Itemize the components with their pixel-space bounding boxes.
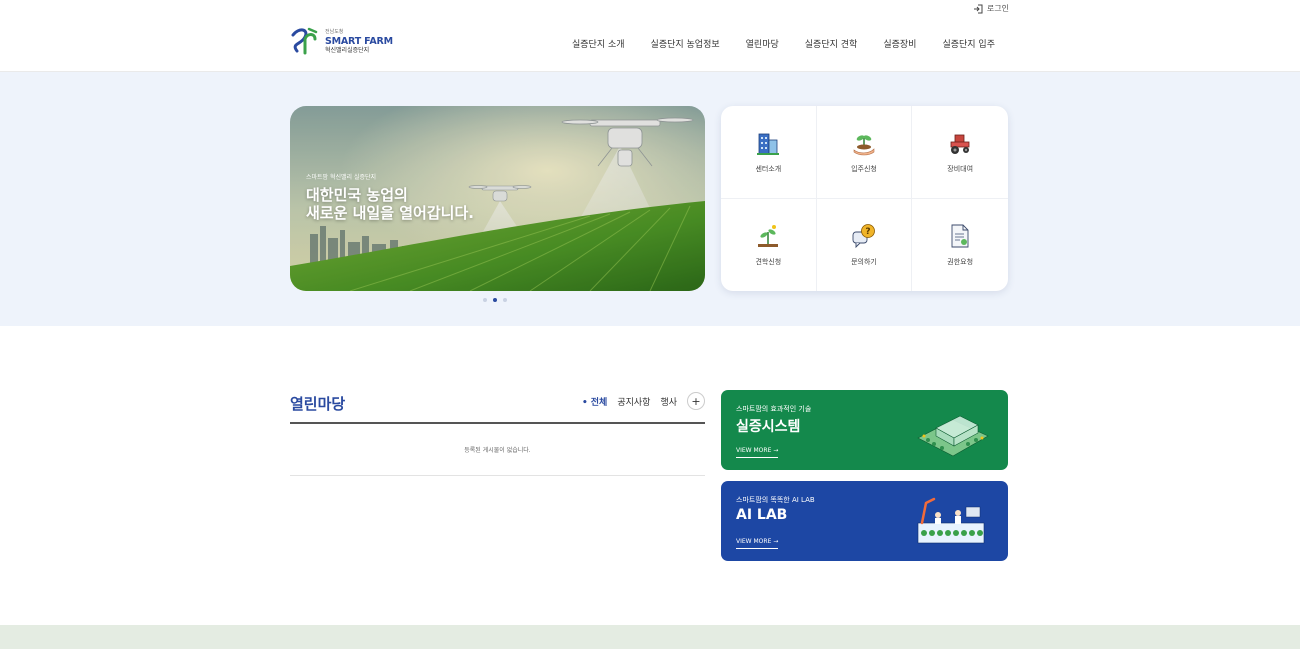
- tab-notice[interactable]: 공지사항: [617, 395, 650, 408]
- nav-item-equipment[interactable]: 실증장비: [883, 37, 916, 50]
- smart-farm-logo-icon: [291, 27, 318, 55]
- quick-menu-label: 견학신청: [755, 257, 782, 266]
- login-link[interactable]: 로그인: [973, 3, 1009, 14]
- logo-main-text: SMART FARM: [325, 36, 393, 48]
- board-title: 열린마당: [290, 395, 346, 413]
- svg-text:?: ?: [865, 227, 870, 237]
- banner-eyebrow: 스마트팜 혁신밸리 실증단지: [306, 174, 377, 181]
- login-label: 로그인: [986, 4, 1009, 13]
- banner-title: 대한민국 농업의 새로운 내일을 열어갑니다.: [306, 186, 474, 223]
- quick-menu-label: 센터소개: [755, 164, 782, 173]
- quick-menu-equipment-rental[interactable]: 장비대여: [912, 106, 1008, 199]
- question-bubble-icon: ?: [852, 223, 875, 248]
- quick-menu-label: 문의하기: [851, 257, 877, 266]
- tab-all[interactable]: 전체: [582, 395, 608, 408]
- quick-menu-center-intro[interactable]: 센터소개: [721, 106, 817, 199]
- quick-menu-tour-apply[interactable]: 견학신청: [721, 198, 817, 291]
- tab-event[interactable]: 행사: [660, 395, 677, 408]
- quick-menu: 센터소개 입주신청 장비대여 견학신청 ? 문의하기 권한요청: [721, 106, 1008, 291]
- banner-title-line2: 새로운 내일을 열어갑니다.: [306, 204, 474, 223]
- slide-dot-2[interactable]: [493, 298, 497, 302]
- promo-title: 실증시스템: [736, 419, 801, 435]
- promo-eyebrow: 스마트팜의 효과적인 기술: [736, 405, 812, 413]
- nav-item-tour[interactable]: 실증단지 견학: [805, 37, 858, 50]
- greenhouse-illustration-icon: [917, 415, 989, 457]
- quick-menu-apply-tenancy[interactable]: 입주신청: [816, 106, 913, 199]
- banner-title-line1: 대한민국 농업의: [306, 186, 408, 204]
- footer-band: [0, 625, 1300, 649]
- slide-dot-1[interactable]: [483, 298, 487, 302]
- quick-menu-permission-request[interactable]: 권한요청: [912, 199, 1008, 292]
- site-header: 전남도청 SMART FARM 혁신밸리실증단지 실증단지 소개 실증단지 농업…: [0, 18, 1300, 72]
- view-more-link[interactable]: VIEW MORE →: [736, 447, 779, 458]
- promo-card-demo-system[interactable]: 스마트팜의 효과적인 기술 실증시스템 VIEW MORE →: [721, 390, 1008, 470]
- nav-item-open-forum[interactable]: 열린마당: [746, 37, 779, 50]
- logo-small-text: 전남도청: [325, 29, 344, 36]
- board-tabs: 전체 공지사항 행사 +: [582, 392, 705, 410]
- utility-bar: 로그인: [0, 0, 1300, 18]
- open-forum-board: 열린마당 전체 공지사항 행사 + 등록된 게시물이 없습니다.: [290, 390, 705, 476]
- board-header: 열린마당 전체 공지사항 행사 +: [290, 390, 705, 424]
- slide-dot-3[interactable]: [503, 298, 507, 302]
- logo-sub-text: 혁신밸리실증단지: [325, 46, 370, 54]
- view-more-link[interactable]: VIEW MORE →: [736, 538, 779, 549]
- site-logo[interactable]: 전남도청 SMART FARM 혁신밸리실증단지: [289, 25, 393, 59]
- board-more-button[interactable]: +: [687, 392, 705, 410]
- promo-card-ai-lab[interactable]: 스마트팜의 똑똑한 AI LAB AI LAB VIEW MORE →: [721, 481, 1008, 561]
- ai-lab-illustration-icon: [917, 497, 985, 544]
- main-visual-section: 스마트팜 혁신밸리 실증단지 대한민국 농업의 새로운 내일을 열어갑니다. 센…: [0, 72, 1300, 326]
- quick-menu-label: 장비대여: [947, 164, 974, 173]
- slide-pagination: [483, 298, 507, 302]
- promo-title: AI LAB: [736, 507, 788, 523]
- quick-menu-label: 권한요청: [947, 257, 974, 266]
- building-icon: [757, 133, 780, 155]
- main-nav: 실증단지 소개 실증단지 농업정보 열린마당 실증단지 견학 실증장비 실증단지…: [572, 37, 995, 50]
- quick-menu-label: 입주신청: [851, 164, 877, 173]
- sprout-hand-icon: [853, 135, 875, 156]
- login-icon: [973, 4, 983, 13]
- promo-eyebrow: 스마트팜의 똑똑한 AI LAB: [736, 496, 815, 504]
- tractor-icon: [950, 134, 970, 154]
- board-empty-message: 등록된 게시물이 없습니다.: [290, 424, 705, 476]
- quick-menu-inquiry[interactable]: ? 문의하기: [817, 198, 913, 291]
- nav-item-tenancy[interactable]: 실증단지 입주: [942, 37, 995, 50]
- nav-item-complex-intro[interactable]: 실증단지 소개: [572, 37, 625, 50]
- nav-item-agri-info[interactable]: 실증단지 농업정보: [651, 37, 720, 50]
- plant-tour-icon: [758, 224, 779, 247]
- document-request-icon: [951, 224, 969, 248]
- hero-banner[interactable]: 스마트팜 혁신밸리 실증단지 대한민국 농업의 새로운 내일을 열어갑니다.: [290, 106, 705, 291]
